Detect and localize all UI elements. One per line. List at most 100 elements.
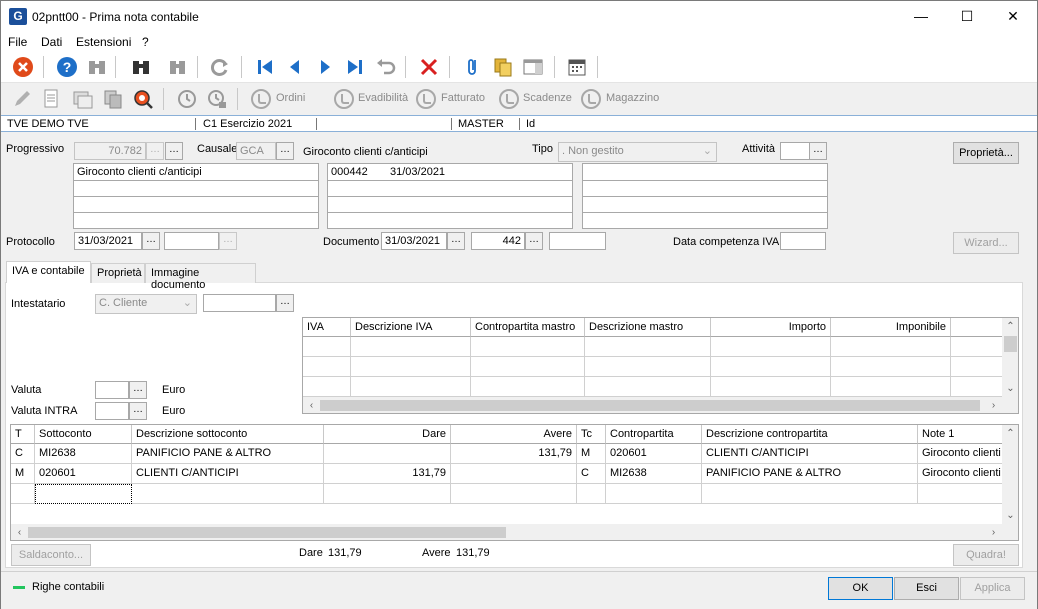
wizard-button[interactable]: Wizard... <box>953 232 1019 254</box>
esci-button[interactable]: Esci <box>894 577 959 600</box>
documents-icon[interactable] <box>491 55 515 79</box>
ledger-row-1-dare[interactable] <box>324 444 451 464</box>
quadra-button[interactable]: Quadra! <box>953 544 1019 566</box>
menu-file[interactable]: File <box>8 35 27 49</box>
next-record-icon[interactable] <box>313 55 337 79</box>
ledger-row-3-t[interactable] <box>11 484 35 504</box>
proprieta-button[interactable]: Proprietà... <box>953 142 1019 164</box>
menu-dati[interactable]: Dati <box>41 35 62 49</box>
magazzino-button[interactable]: Magazzino <box>606 92 659 104</box>
search-binoculars-icon[interactable] <box>85 55 109 79</box>
fatturato-button[interactable]: Fatturato <box>441 92 485 104</box>
ledger-col-avere[interactable]: Avere <box>451 425 577 444</box>
evadibilita-icon[interactable] <box>332 87 356 111</box>
ledger-row-1-contro-descr[interactable]: CLIENTI C/ANTICIPI <box>702 444 918 464</box>
ledger-col-dare[interactable]: Dare <box>324 425 451 444</box>
iva-col-iva[interactable]: IVA <box>303 318 351 337</box>
find-next-icon[interactable] <box>165 55 189 79</box>
layout-icon[interactable] <box>521 55 545 79</box>
attivita-field[interactable] <box>780 142 810 160</box>
iva-col-descrizione-mastro[interactable]: Descrizione mastro <box>585 318 711 337</box>
menu-estensioni[interactable]: Estensioni <box>76 35 131 49</box>
iva-horizontal-scrollbar[interactable]: ‹ › <box>303 397 1018 413</box>
delete-icon[interactable] <box>417 55 441 79</box>
progressivo-field[interactable]: 70.782 <box>74 142 146 160</box>
close-window-button[interactable]: ✕ <box>990 1 1036 32</box>
tab-proprieta[interactable]: Proprietà <box>91 263 145 283</box>
iva-col-descrizione-iva[interactable]: Descrizione IVA <box>351 318 471 337</box>
intestatario-code-field[interactable] <box>203 294 276 312</box>
previous-record-icon[interactable] <box>283 55 307 79</box>
ledger-col-sottoconto[interactable]: Sottoconto <box>35 425 132 444</box>
magazzino-icon[interactable] <box>579 87 603 111</box>
ledger-col-descrizione[interactable]: Descrizione sottoconto <box>132 425 324 444</box>
valuta-lookup-button[interactable]: … <box>129 381 147 399</box>
ledger-row-1-tc[interactable]: M <box>577 444 606 464</box>
scroll-down-icon[interactable]: ⌄ <box>1002 507 1018 524</box>
description-box-1[interactable]: Giroconto clienti c/anticipi <box>73 163 319 229</box>
saldaconto-button[interactable]: Saldaconto... <box>11 544 91 566</box>
ok-button[interactable]: OK <box>828 577 893 600</box>
scroll-right-icon[interactable]: › <box>985 397 1002 413</box>
minimize-button[interactable]: — <box>898 1 944 32</box>
tipo-select[interactable]: . Non gestito ⌄ <box>558 142 717 162</box>
attachment-icon[interactable] <box>461 55 485 79</box>
intestatario-select[interactable]: C. Cliente ⌄ <box>95 294 197 314</box>
intestatario-lookup-button[interactable]: … <box>276 294 294 312</box>
cancel-icon[interactable] <box>11 55 35 79</box>
progressivo-browse-button[interactable]: … <box>165 142 183 160</box>
ledger-row-2-contro[interactable]: MI2638 <box>606 464 702 484</box>
ledger-row-2-avere[interactable] <box>451 464 577 484</box>
data-competenza-field[interactable] <box>780 232 826 250</box>
scroll-up-icon[interactable]: ⌃ <box>1002 425 1018 442</box>
iva-col-contropartita[interactable]: Contropartita mastro <box>471 318 585 337</box>
print-list-icon[interactable] <box>71 87 95 111</box>
edit-pencil-icon[interactable] <box>10 87 34 111</box>
ledger-row-2-contro-descr[interactable]: PANIFICIO PANE & ALTRO <box>702 464 918 484</box>
valuta-intra-lookup-button[interactable]: … <box>129 402 147 420</box>
evadibilita-button[interactable]: Evadibilità <box>358 92 408 104</box>
ledger-horizontal-scrollbar[interactable]: ‹ › <box>11 524 1018 540</box>
ledger-col-tc[interactable]: Tc <box>577 425 606 444</box>
scroll-left-icon[interactable]: ‹ <box>303 397 320 413</box>
maximize-button[interactable]: ☐ <box>944 1 990 32</box>
valuta-field[interactable] <box>95 381 129 399</box>
ledger-vertical-scrollbar[interactable]: ⌃ ⌄ <box>1002 425 1018 524</box>
ledger-row-1-descr[interactable]: PANIFICIO PANE & ALTRO <box>132 444 324 464</box>
first-record-icon[interactable] <box>253 55 277 79</box>
protocollo-date-field[interactable]: 31/03/2021 <box>74 232 142 250</box>
scroll-right-icon[interactable]: › <box>985 524 1002 540</box>
ledger-row-2-note[interactable]: Giroconto clienti <box>918 464 1004 484</box>
history-icon[interactable] <box>175 87 199 111</box>
menu-help[interactable]: ? <box>142 35 149 49</box>
iva-grid[interactable]: IVA Descrizione IVA Contropartita mastro… <box>302 317 1019 414</box>
ledger-row-2-tc[interactable]: C <box>577 464 606 484</box>
ordini-icon[interactable] <box>249 87 273 111</box>
history-person-icon[interactable] <box>205 87 229 111</box>
ledger-col-note1[interactable]: Note 1 <box>918 425 1004 444</box>
scadenze-button[interactable]: Scadenze <box>523 92 572 104</box>
ledger-row-2-sottoconto[interactable]: 020601 <box>35 464 132 484</box>
documento-number-lookup-button[interactable]: … <box>525 232 543 250</box>
description-box-2[interactable]: 000442 31/03/2021 <box>327 163 573 229</box>
iva-vertical-scrollbar[interactable]: ⌃ ⌄ <box>1002 318 1018 397</box>
ledger-col-contropartita[interactable]: Contropartita <box>606 425 702 444</box>
description-box-3[interactable] <box>582 163 828 229</box>
ledger-row-2-descr[interactable]: CLIENTI C/ANTICIPI <box>132 464 324 484</box>
scroll-up-icon[interactable]: ⌃ <box>1002 318 1018 335</box>
fatturato-icon[interactable] <box>414 87 438 111</box>
calendar-icon[interactable] <box>565 55 589 79</box>
documento-date-lookup-button[interactable]: … <box>447 232 465 250</box>
help-icon[interactable]: ? <box>55 55 79 79</box>
ledger-row-1-note[interactable]: Giroconto clienti <box>918 444 1004 464</box>
documento-number-field[interactable]: 442 <box>471 232 525 250</box>
last-record-icon[interactable] <box>343 55 367 79</box>
ledger-row-2-dare[interactable]: 131,79 <box>324 464 451 484</box>
scroll-down-icon[interactable]: ⌄ <box>1002 380 1018 397</box>
ledger-row-1-avere[interactable]: 131,79 <box>451 444 577 464</box>
ledger-row-1-t[interactable]: C <box>11 444 35 464</box>
documento-extra-field[interactable] <box>549 232 606 250</box>
scroll-left-icon[interactable]: ‹ <box>11 524 28 540</box>
protocollo-date-lookup-button[interactable]: … <box>142 232 160 250</box>
tab-immagine-documento[interactable]: Immagine documento <box>145 263 256 291</box>
